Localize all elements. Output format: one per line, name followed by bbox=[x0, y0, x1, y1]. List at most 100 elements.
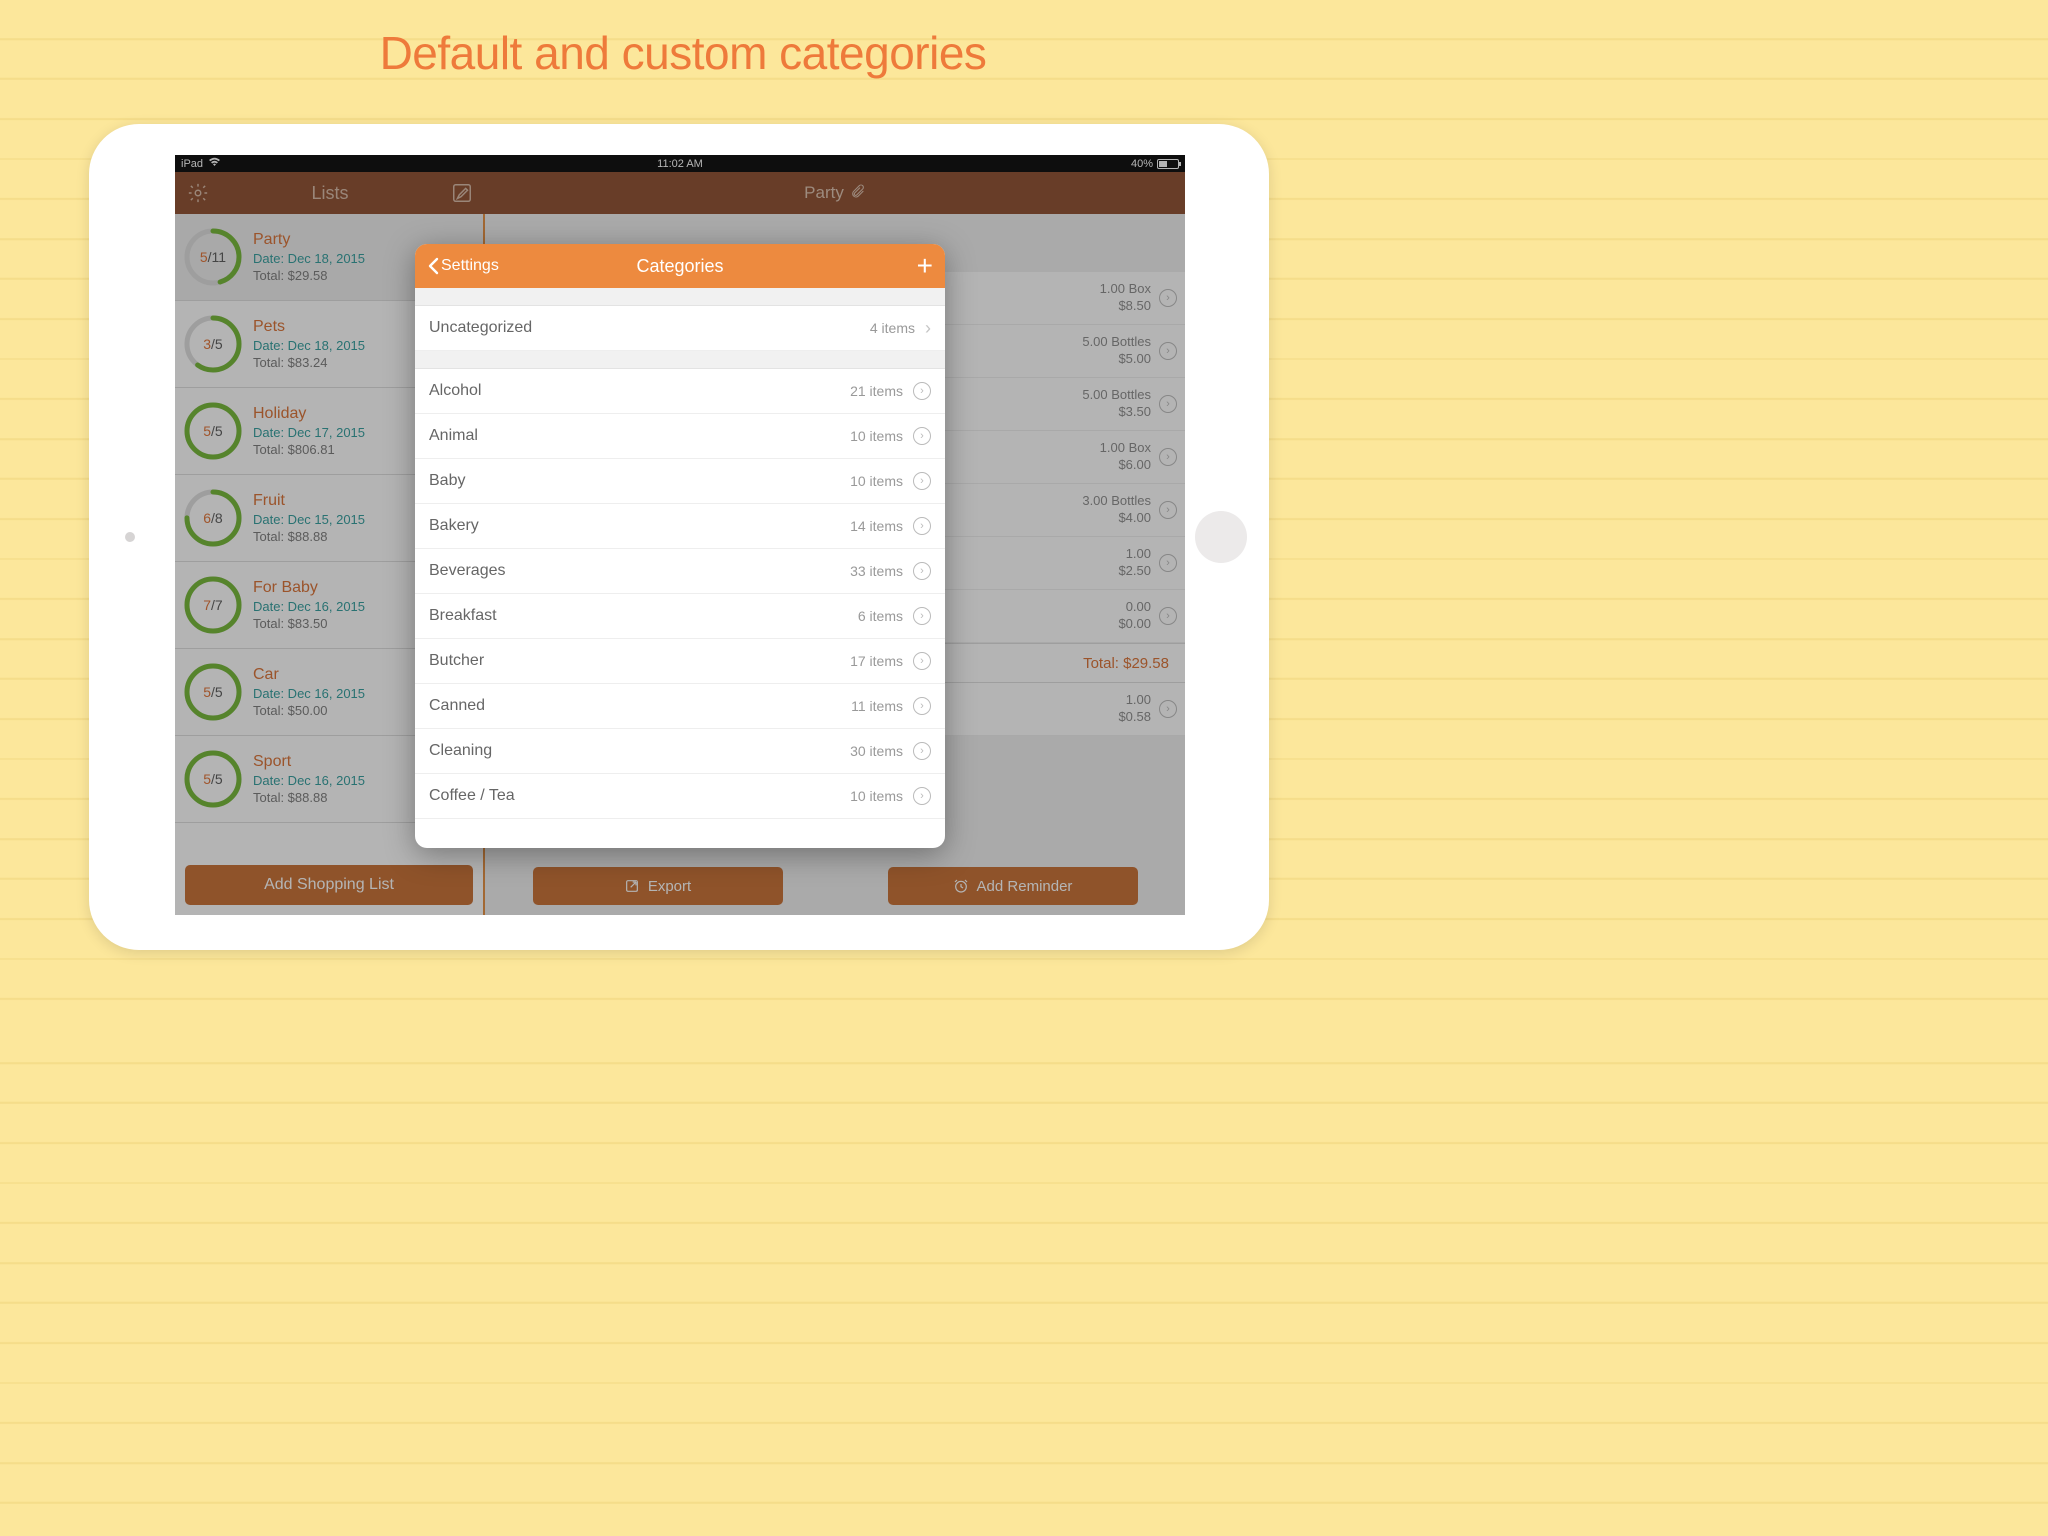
category-count: 21 items bbox=[850, 383, 903, 399]
progress-ring: 5/5 bbox=[183, 662, 243, 722]
chevron-right-icon: › bbox=[1159, 700, 1177, 718]
category-count: 10 items bbox=[850, 428, 903, 444]
item-price: $5.00 bbox=[1082, 351, 1151, 368]
item-qty: 0.00 bbox=[1118, 599, 1151, 616]
popover-back-label: Settings bbox=[441, 257, 499, 275]
item-qty: 1.00 bbox=[1118, 692, 1151, 709]
chevron-right-icon: › bbox=[913, 562, 931, 580]
chevron-right-icon: › bbox=[1159, 501, 1177, 519]
category-name: Canned bbox=[429, 697, 851, 715]
category-count: 33 items bbox=[850, 563, 903, 579]
battery-icon bbox=[1157, 159, 1179, 169]
status-time: 11:02 AM bbox=[657, 158, 703, 170]
chevron-right-icon: › bbox=[913, 427, 931, 445]
nav-lists-title: Lists bbox=[311, 183, 348, 204]
progress-ring: 5/11 bbox=[183, 227, 243, 287]
item-qty: 3.00 Bottles bbox=[1082, 493, 1151, 510]
category-name: Uncategorized bbox=[429, 319, 870, 337]
front-camera bbox=[125, 532, 135, 542]
popover-header: Settings Categories + bbox=[415, 244, 945, 288]
add-shopping-list-button[interactable]: Add Shopping List bbox=[185, 865, 473, 905]
app-screen: iPad 11:02 AM 40% Lists bbox=[175, 155, 1185, 915]
category-row[interactable]: Alcohol21 items › bbox=[415, 369, 945, 414]
chevron-right-icon: › bbox=[1159, 448, 1177, 466]
attachment-icon[interactable] bbox=[850, 183, 866, 204]
category-row[interactable]: Canned11 items › bbox=[415, 684, 945, 729]
popover-back-button[interactable]: Settings bbox=[427, 257, 499, 275]
category-name: Alcohol bbox=[429, 382, 850, 400]
category-name: Bakery bbox=[429, 517, 850, 535]
category-row[interactable]: Beverages33 items › bbox=[415, 549, 945, 594]
category-name: Coffee / Tea bbox=[429, 787, 850, 805]
chevron-right-icon: › bbox=[913, 652, 931, 670]
category-name: Beverages bbox=[429, 562, 850, 580]
category-row[interactable]: Animal10 items › bbox=[415, 414, 945, 459]
ipad-frame: iPad 11:02 AM 40% Lists bbox=[89, 124, 1269, 950]
status-bar: iPad 11:02 AM 40% bbox=[175, 155, 1185, 172]
progress-ring: 5/5 bbox=[183, 749, 243, 809]
popover-title: Categories bbox=[636, 256, 723, 277]
category-name: Breakfast bbox=[429, 607, 858, 625]
category-row[interactable]: Breakfast6 items› bbox=[415, 594, 945, 639]
export-button[interactable]: Export bbox=[533, 867, 783, 905]
category-row[interactable]: Baby10 items› bbox=[415, 459, 945, 504]
chevron-right-icon: › bbox=[913, 472, 931, 490]
chevron-right-icon: › bbox=[913, 382, 931, 400]
status-device: iPad bbox=[181, 158, 203, 170]
nav-bar: Lists Party bbox=[175, 172, 1185, 214]
item-qty: 1.00 bbox=[1118, 546, 1151, 563]
category-row[interactable]: Cleaning30 items › bbox=[415, 729, 945, 774]
home-button[interactable] bbox=[1195, 511, 1247, 563]
item-price: $0.00 bbox=[1118, 616, 1151, 633]
chevron-right-icon: › bbox=[913, 517, 931, 535]
add-reminder-button-label: Add Reminder bbox=[977, 878, 1073, 895]
progress-ring: 3/5 bbox=[183, 314, 243, 374]
category-count: 4 items bbox=[870, 320, 915, 336]
category-count: 14 items bbox=[850, 518, 903, 534]
item-price: $2.50 bbox=[1118, 563, 1151, 580]
category-row-uncategorized[interactable]: Uncategorized 4 items › bbox=[415, 306, 945, 351]
status-battery-percent: 40% bbox=[1131, 158, 1153, 170]
category-count: 11 items bbox=[851, 698, 903, 714]
category-count: 30 items bbox=[850, 743, 903, 759]
item-qty: 5.00 Bottles bbox=[1082, 387, 1151, 404]
section-gap bbox=[415, 351, 945, 369]
add-category-button[interactable]: + bbox=[917, 252, 933, 280]
category-count: 17 items bbox=[850, 653, 903, 669]
section-gap bbox=[415, 288, 945, 306]
progress-ring: 7/7 bbox=[183, 575, 243, 635]
edit-icon[interactable] bbox=[451, 182, 473, 204]
chevron-right-icon: › bbox=[1159, 554, 1177, 572]
categories-popover: Settings Categories + Uncategorized 4 it… bbox=[415, 244, 945, 848]
item-qty: 1.00 Box bbox=[1100, 281, 1151, 298]
item-price: $4.00 bbox=[1082, 510, 1151, 527]
nav-detail-title: Party bbox=[804, 183, 844, 203]
category-count: 6 items bbox=[858, 608, 903, 624]
category-row[interactable]: Butcher17 items › bbox=[415, 639, 945, 684]
category-name: Cleaning bbox=[429, 742, 850, 760]
category-row[interactable]: Bakery14 items › bbox=[415, 504, 945, 549]
chevron-right-icon: › bbox=[1159, 395, 1177, 413]
category-count: 10 items bbox=[850, 788, 903, 804]
export-button-label: Export bbox=[648, 878, 691, 895]
item-qty: 5.00 Bottles bbox=[1082, 334, 1151, 351]
marketing-title: Default and custom categories bbox=[0, 0, 1366, 80]
gear-icon[interactable] bbox=[187, 182, 209, 204]
category-name: Butcher bbox=[429, 652, 850, 670]
category-row[interactable]: Coffee / Tea10 items› bbox=[415, 774, 945, 819]
chevron-right-icon: › bbox=[913, 697, 931, 715]
chevron-left-icon bbox=[427, 257, 439, 275]
add-reminder-button[interactable]: Add Reminder bbox=[888, 867, 1138, 905]
chevron-right-icon: › bbox=[1159, 342, 1177, 360]
category-name: Baby bbox=[429, 472, 850, 490]
item-price: $3.50 bbox=[1082, 404, 1151, 421]
item-price: $6.00 bbox=[1100, 457, 1151, 474]
wifi-icon bbox=[208, 157, 221, 170]
chevron-right-icon: › bbox=[913, 742, 931, 760]
progress-ring: 5/5 bbox=[183, 401, 243, 461]
chevron-right-icon: › bbox=[1159, 289, 1177, 307]
chevron-right-icon: › bbox=[1159, 607, 1177, 625]
item-price: $0.58 bbox=[1118, 709, 1151, 726]
item-price: $8.50 bbox=[1100, 298, 1151, 315]
category-name: Animal bbox=[429, 427, 850, 445]
